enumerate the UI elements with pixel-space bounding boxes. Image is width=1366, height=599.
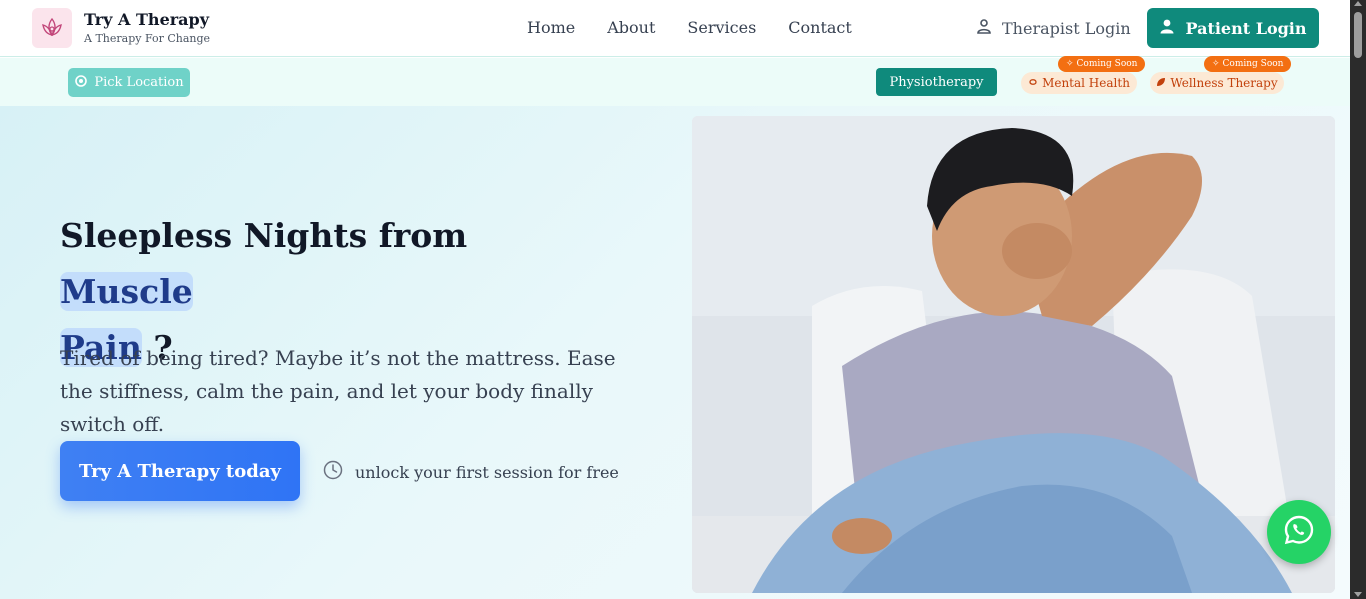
wellness-therapy-label: Wellness Therapy <box>1170 76 1278 90</box>
pick-location-button[interactable]: Pick Location <box>68 68 190 97</box>
hero-description: Tired of being tired? Maybe it’s not the… <box>60 346 616 436</box>
nav-about[interactable]: About <box>607 18 655 37</box>
scroll-down-arrow-icon[interactable] <box>1354 592 1362 597</box>
whatsapp-chat-button[interactable] <box>1267 500 1331 564</box>
main-nav: Home About Services Contact <box>527 18 852 37</box>
sparkle-icon: ✧ <box>1066 59 1074 69</box>
coming-soon-badge: ✧ Coming Soon <box>1058 56 1146 72</box>
tab-physiotherapy[interactable]: Physiotherapy <box>876 68 997 96</box>
brand-subtitle: A Therapy For Change <box>84 32 211 45</box>
try-therapy-button[interactable]: Try A Therapy today <box>60 441 300 501</box>
user-icon <box>1159 18 1175 38</box>
hero-title-highlight: Muscle <box>60 272 193 311</box>
sparkle-icon: ✧ <box>1212 59 1220 69</box>
tab-mental-health[interactable]: Mental Health <box>1021 72 1137 94</box>
brain-icon <box>1028 76 1038 90</box>
mental-health-label: Mental Health <box>1042 76 1130 90</box>
therapist-login-link[interactable]: Therapist Login <box>976 18 1131 38</box>
location-target-icon <box>74 74 88 92</box>
site-header: Try A Therapy A Therapy For Change Home … <box>0 0 1350 57</box>
nav-services[interactable]: Services <box>687 18 756 37</box>
lotus-icon[interactable] <box>32 8 72 48</box>
patient-login-label: Patient Login <box>1185 18 1307 38</box>
brand-title[interactable]: Try A Therapy <box>84 10 209 29</box>
whatsapp-icon <box>1282 513 1316 551</box>
therapist-login-label: Therapist Login <box>1002 18 1131 38</box>
free-session-label: unlock your first session for free <box>355 462 619 482</box>
coming-soon-badge: ✧ Coming Soon <box>1204 56 1292 72</box>
hero-title-text: Sleepless Nights from <box>60 216 468 255</box>
nav-contact[interactable]: Contact <box>788 18 852 37</box>
user-icon <box>976 18 992 38</box>
tab-wellness-therapy[interactable]: Wellness Therapy <box>1150 72 1284 94</box>
service-bar: Pick Location Physiotherapy Mental Healt… <box>0 56 1350 106</box>
patient-login-button[interactable]: Patient Login <box>1147 8 1319 48</box>
hero-image-man-neck-pain <box>692 116 1335 593</box>
clock-icon <box>323 460 343 484</box>
free-session-note: unlock your first session for free <box>323 460 619 484</box>
scroll-thumb[interactable] <box>1354 12 1362 58</box>
nav-home[interactable]: Home <box>527 18 575 37</box>
pick-location-label: Pick Location <box>94 75 184 90</box>
scroll-up-arrow-icon[interactable] <box>1354 1 1362 6</box>
page-scrollbar[interactable] <box>1350 0 1366 599</box>
hero-section: Sleepless Nights from Muscle Pain ? Tire… <box>0 106 1350 599</box>
leaf-icon <box>1156 76 1166 90</box>
